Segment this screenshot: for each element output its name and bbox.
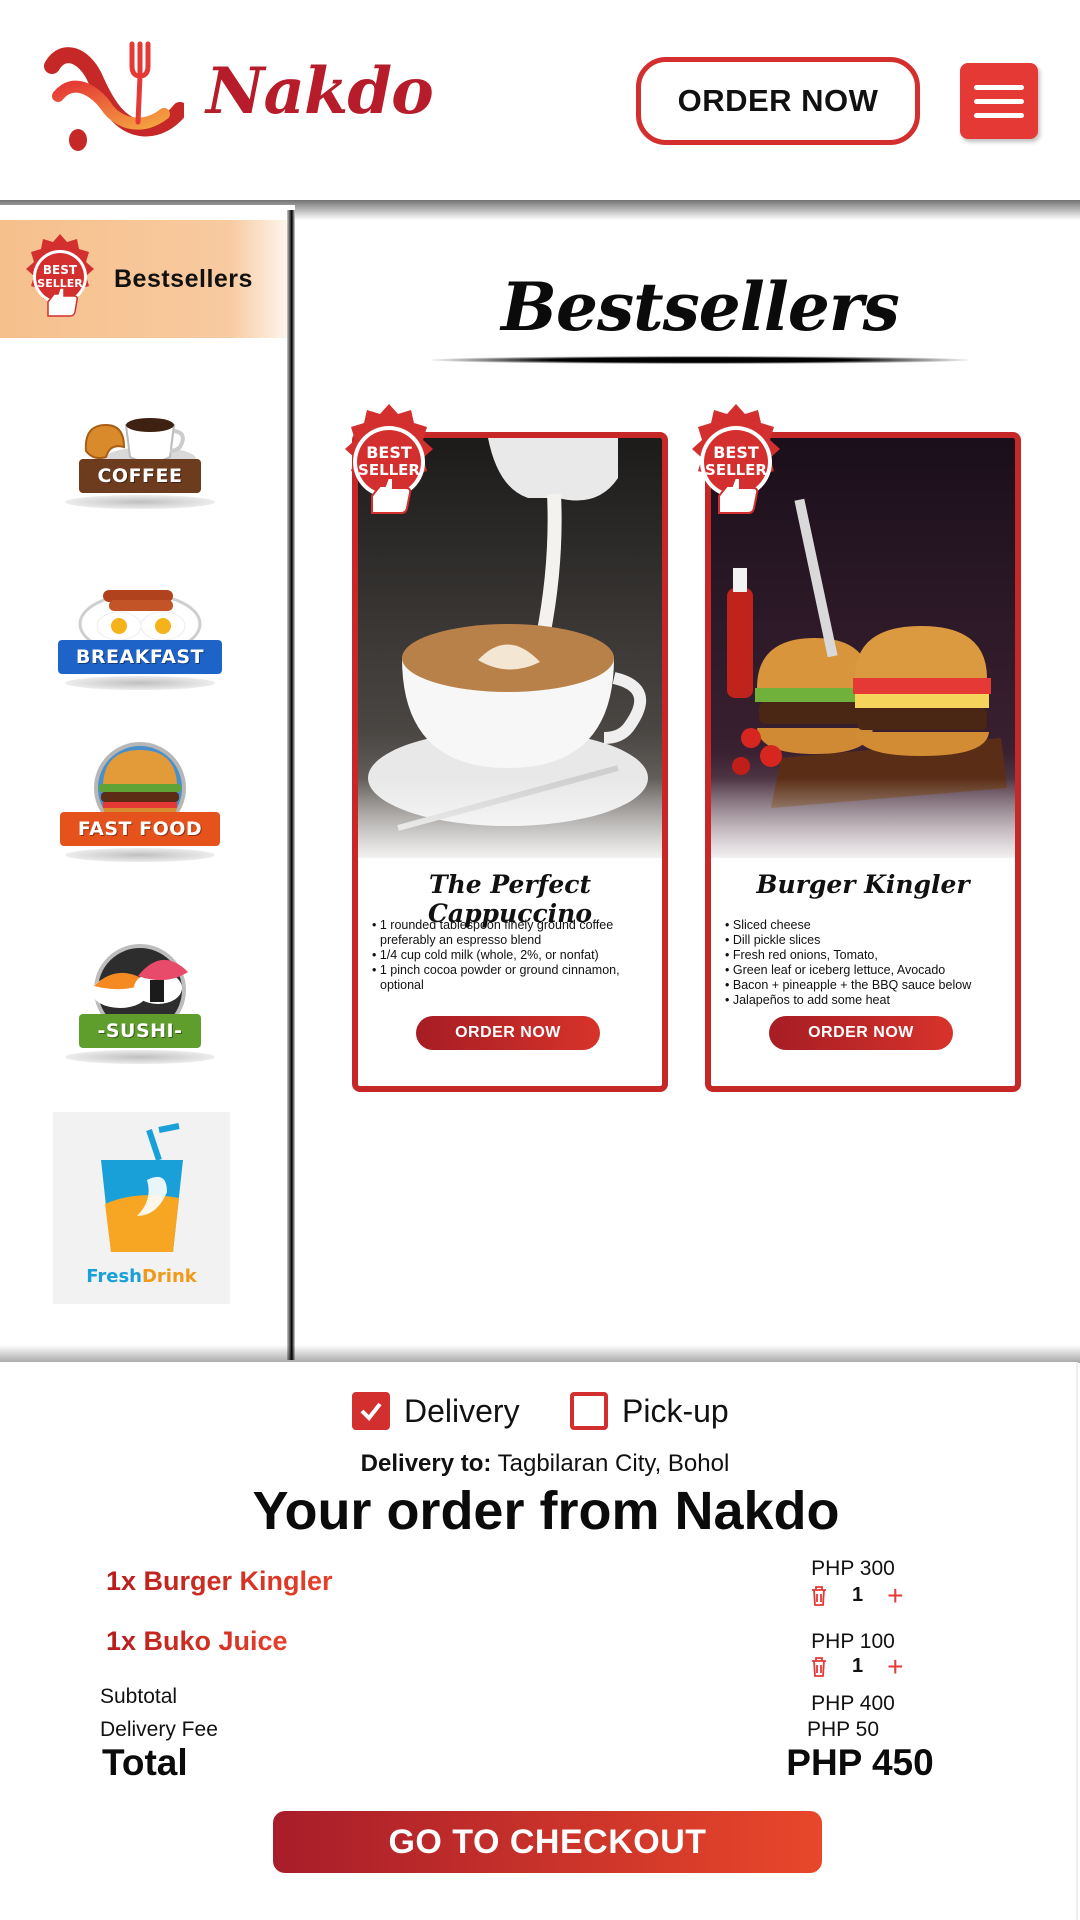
delivery-fee-value: PHP 50	[807, 1718, 879, 1741]
best-seller-badge-icon: BEST SELLER	[26, 234, 94, 317]
badge-text-best: BEST	[713, 443, 759, 462]
sidebar-item-label: Bestsellers	[114, 264, 253, 293]
ingredient-item: 1 rounded tablespoon finely ground coffe…	[372, 918, 662, 948]
sidebar-item-breakfast[interactable]: BREAKFAST	[50, 576, 230, 690]
photo-fade	[711, 778, 1015, 868]
title-underline	[430, 356, 970, 364]
order-item-name: 1x Buko Juice	[106, 1626, 288, 1656]
delivery-to-value: Tagbilaran City, Bohol	[497, 1450, 730, 1477]
best-seller-badge-icon: BEST SELLER	[692, 404, 780, 514]
shadow	[65, 848, 215, 862]
plus-icon[interactable]: +	[887, 1652, 903, 1680]
header: Nakdo ORDER NOW	[0, 0, 1080, 200]
delivery-option[interactable]: Delivery	[352, 1392, 520, 1430]
best-seller-badge-icon: BEST SELLER	[345, 404, 433, 514]
order-now-button[interactable]: ORDER NOW	[416, 1016, 600, 1050]
delivery-address[interactable]: Delivery to: Tagbilaran City, Bohol	[0, 1450, 1080, 1478]
trash-icon[interactable]	[810, 1585, 828, 1607]
sidebar-item-fast-food[interactable]: FAST FOOD	[50, 738, 230, 862]
ingredient-item: 1 pinch cocoa powder or ground cinnamon,…	[372, 963, 662, 993]
subtotal-label: Subtotal	[100, 1685, 178, 1708]
badge-text-best: BEST	[43, 263, 78, 277]
page-title: Bestsellers	[501, 268, 900, 346]
ingredient-list: 1 rounded tablespoon finely ground coffe…	[372, 918, 662, 993]
order-panel-divider	[0, 1345, 1080, 1363]
order-item-price: PHP 300	[811, 1557, 895, 1580]
quantity-stepper: 1 +	[810, 1652, 903, 1680]
shadow	[65, 676, 215, 690]
category-label: FAST FOOD	[59, 812, 221, 846]
ingredient-item: Fresh red onions, Tomato,	[725, 948, 1015, 963]
delivery-fee-label: Delivery Fee	[100, 1718, 218, 1741]
product-card-burger-kingler[interactable]: Burger Kingler Sliced cheese Dill pickle…	[705, 432, 1021, 1092]
pickup-checkbox[interactable]	[570, 1392, 608, 1430]
ingredient-item: Sliced cheese	[725, 918, 1015, 933]
drink-word: Drink	[141, 1266, 197, 1287]
subtotal-value: PHP 400	[811, 1692, 895, 1715]
sidebar-item-coffee[interactable]: COFFEE	[50, 395, 230, 509]
check-icon	[360, 1402, 382, 1422]
sidebar-item-fresh-drink[interactable]: FreshDrink	[53, 1112, 230, 1304]
trash-icon[interactable]	[810, 1656, 828, 1678]
pickup-option[interactable]: Pick-up	[570, 1392, 729, 1430]
sidebar-divider	[287, 210, 295, 1360]
order-now-button[interactable]: ORDER NOW	[769, 1016, 953, 1050]
ingredient-item: Bacon + pineapple + the BBQ sauce below	[725, 978, 1015, 993]
hamburger-menu-icon[interactable]	[960, 63, 1038, 139]
checkout-button[interactable]: GO TO CHECKOUT	[273, 1811, 822, 1873]
fresh-word: Fresh	[86, 1266, 142, 1287]
pickup-label: Pick-up	[622, 1392, 729, 1429]
badge-text-seller: SELLER	[358, 461, 420, 479]
product-name: Burger Kingler	[756, 870, 970, 899]
plus-icon[interactable]: +	[887, 1581, 903, 1609]
product-card-cappuccino[interactable]: The Perfect Cappuccino 1 rounded tablesp…	[352, 432, 668, 1092]
order-now-button[interactable]: ORDER NOW	[636, 57, 920, 145]
ingredient-item: Jalapeños to add some heat	[725, 993, 1015, 1008]
quantity-value: 1	[852, 1655, 864, 1677]
delivery-to-label: Delivery to:	[360, 1450, 492, 1477]
nakdo-logo-icon[interactable]	[44, 36, 184, 152]
brand-name[interactable]: Nakdo	[206, 54, 434, 129]
category-label: BREAKFAST	[57, 640, 223, 674]
ingredient-item: 1/4 cup cold milk (whole, 2%, or nonfat)	[372, 948, 662, 963]
sidebar-item-sushi[interactable]: -SUSHI-	[50, 936, 230, 1064]
total-value: PHP 450	[786, 1742, 934, 1783]
total-label: Total	[102, 1742, 188, 1783]
ingredient-item: Green leaf or iceberg lettuce, Avocado	[725, 963, 1015, 978]
badge-text-best: BEST	[366, 443, 412, 462]
order-item-name: 1x Burger Kingler	[106, 1566, 333, 1596]
ingredient-list: Sliced cheese Dill pickle slices Fresh r…	[725, 918, 1015, 1008]
shadow	[65, 495, 215, 509]
order-item-price: PHP 100	[811, 1630, 895, 1653]
delivery-label: Delivery	[404, 1392, 520, 1429]
drink-cup-icon	[100, 1123, 183, 1252]
category-label: -SUSHI-	[79, 1014, 201, 1048]
delivery-checkbox[interactable]	[352, 1392, 390, 1430]
ingredient-item: Dill pickle slices	[725, 933, 1015, 948]
quantity-stepper: 1 +	[810, 1581, 903, 1609]
order-heading: Your order from Nakdo	[252, 1481, 840, 1541]
shadow	[65, 1050, 215, 1064]
photo-fade	[358, 778, 662, 868]
fresh-drink-label: FreshDrink	[86, 1266, 197, 1287]
badge-text-seller: SELLER	[705, 461, 767, 479]
category-label: COFFEE	[79, 459, 201, 493]
quantity-value: 1	[852, 1584, 864, 1606]
sidebar-item-bestsellers[interactable]: BEST SELLER Bestsellers	[0, 220, 287, 338]
